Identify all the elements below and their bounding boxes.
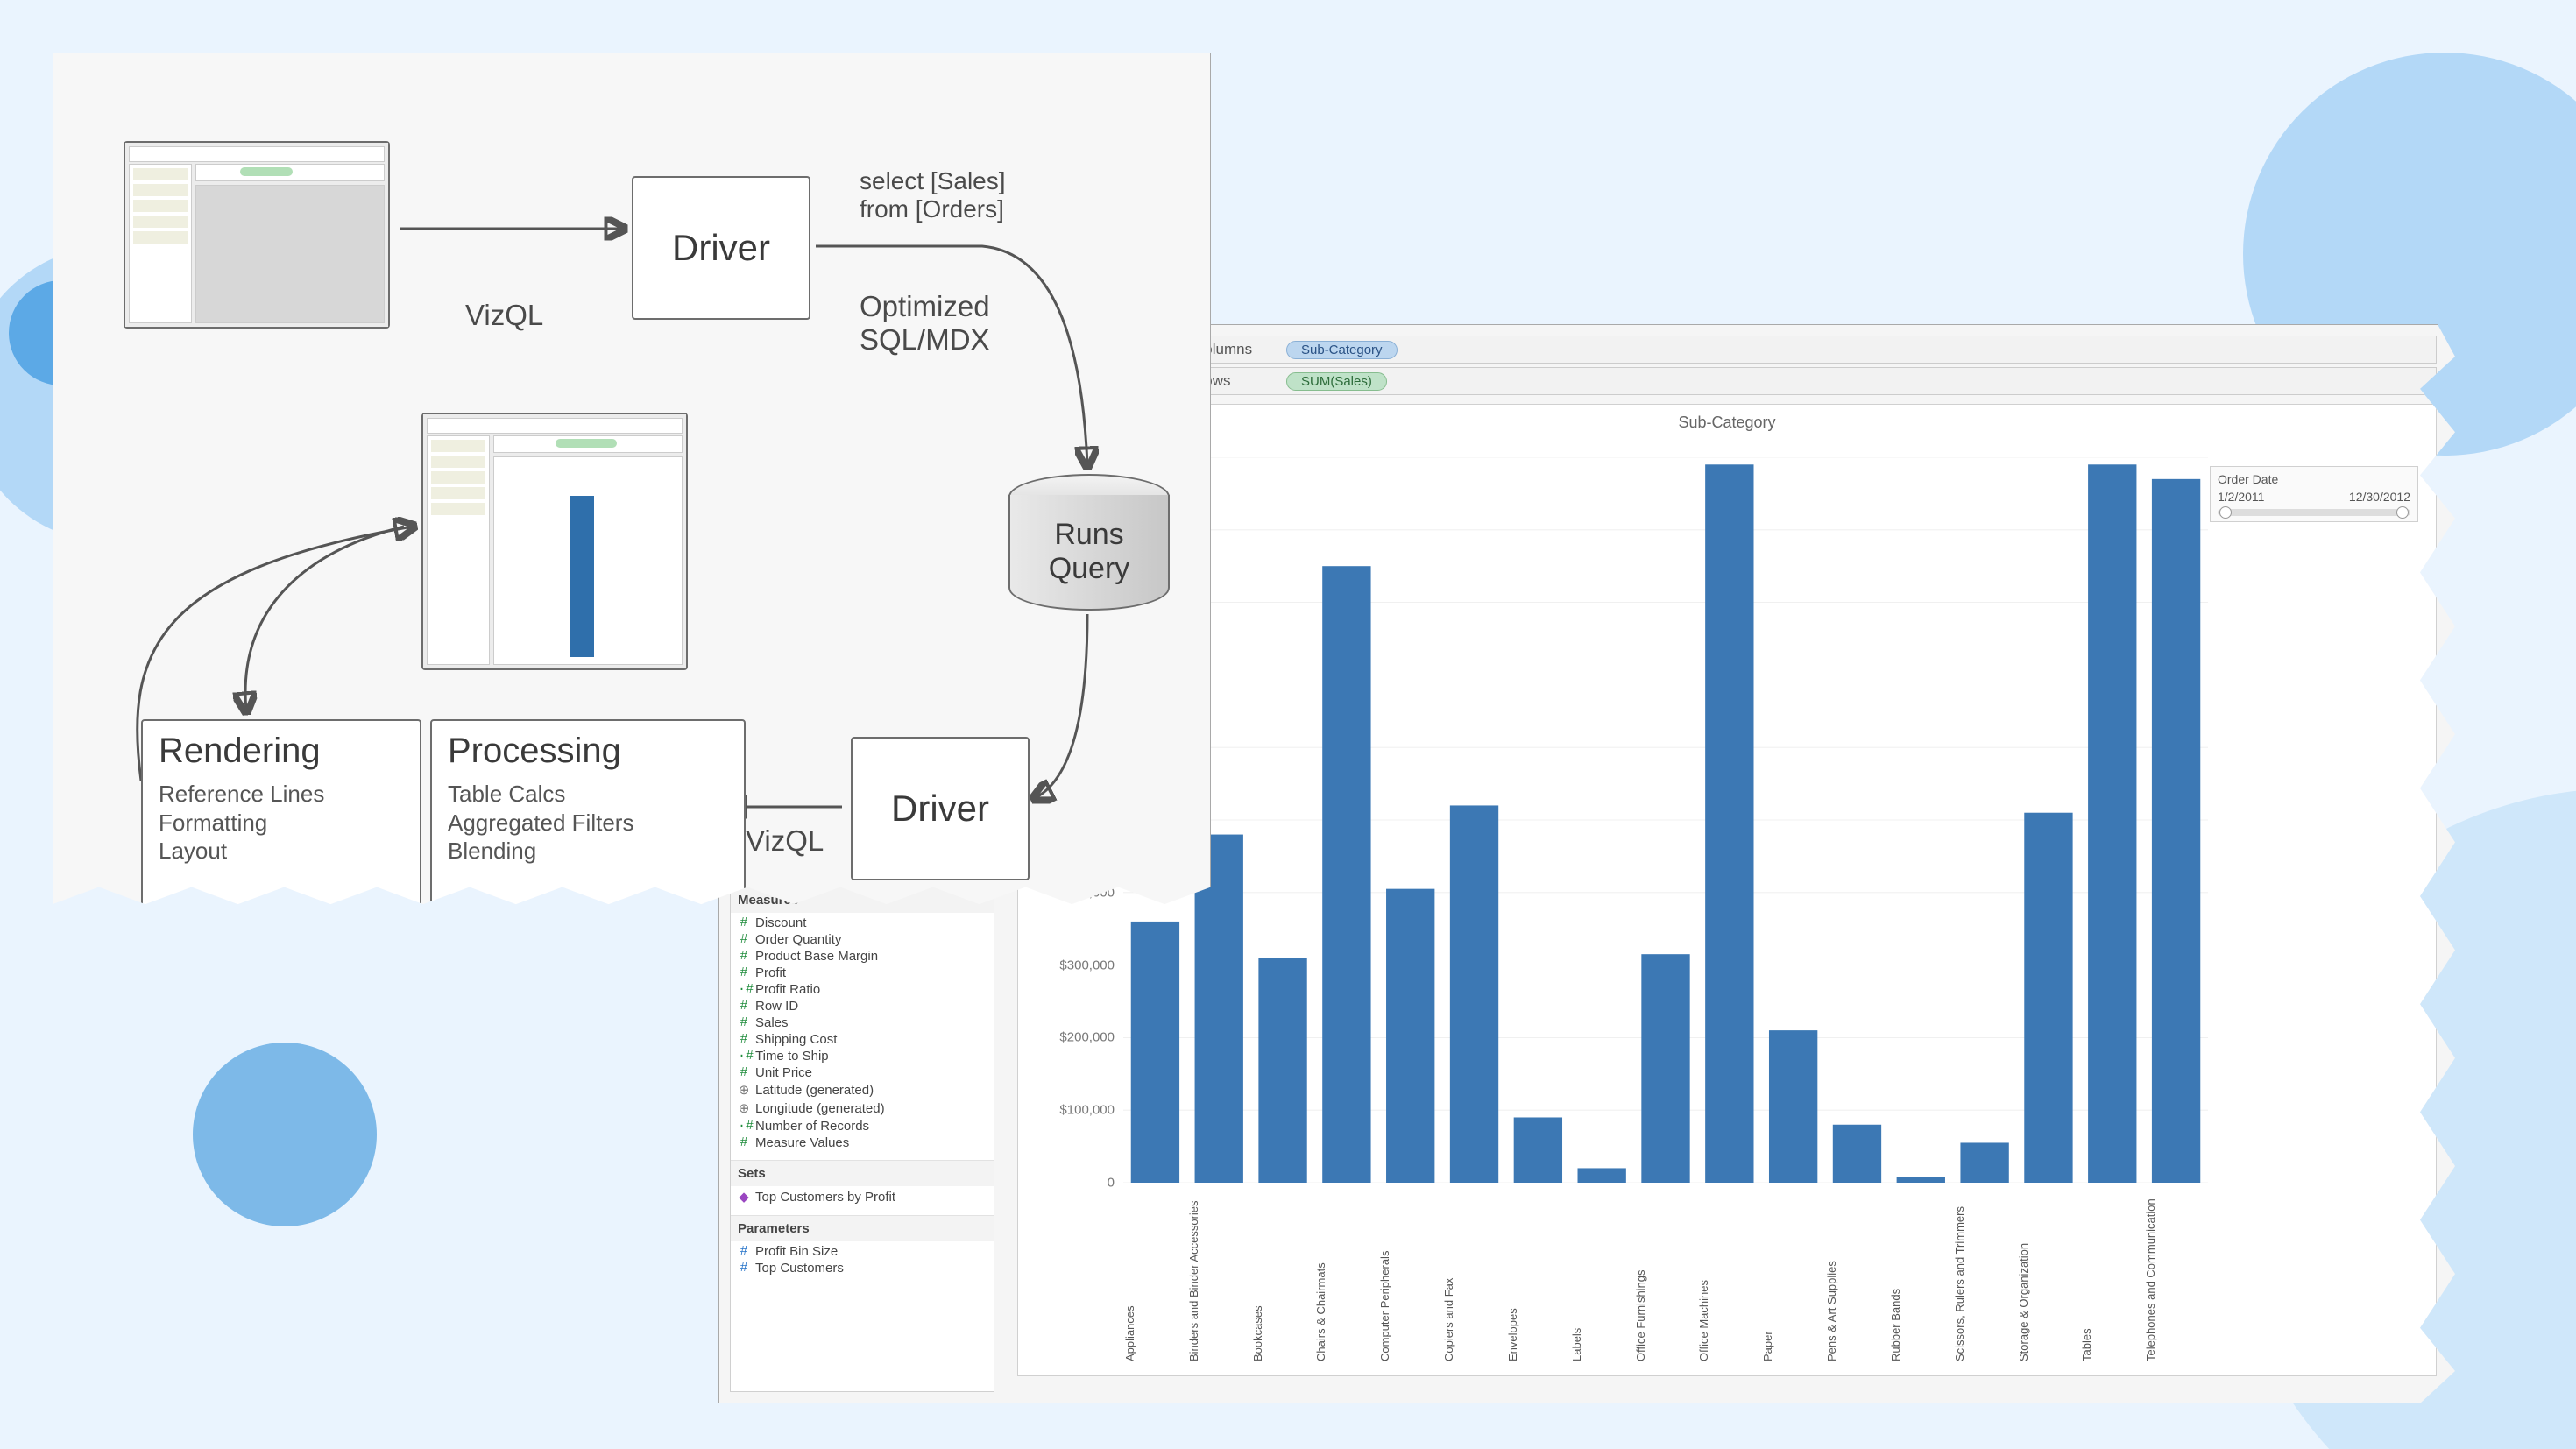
chart-area: Sub-Category Order Date 1/2/2011 12/30/2…: [1017, 404, 2437, 1376]
sets-section-header: Sets: [731, 1160, 994, 1186]
category-label: Storage & Organization: [2017, 1191, 2081, 1367]
bar-appliances[interactable]: [1131, 922, 1179, 1183]
date-slider[interactable]: [2218, 509, 2410, 516]
pill-sum-sales[interactable]: SUM(Sales): [1286, 372, 1387, 391]
category-label: Envelopes: [1506, 1191, 1570, 1367]
filter-from: 1/2/2011: [2218, 490, 2264, 504]
field-item[interactable]: #Discount: [738, 915, 987, 931]
worksheet-thumbnail-barchart: [421, 413, 688, 670]
bar-telephones-and-communication[interactable]: [2152, 479, 2200, 1183]
category-label: Paper: [1761, 1191, 1825, 1367]
bar-office-furnishings[interactable]: [1641, 954, 1689, 1183]
filter-title: Order Date: [2218, 472, 2410, 486]
field-item[interactable]: #Profit Bin Size: [738, 1243, 987, 1260]
field-item[interactable]: ⊕Longitude (generated): [738, 1099, 987, 1118]
order-date-filter[interactable]: Order Date 1/2/2011 12/30/2012: [2210, 466, 2418, 522]
bar-chairs-chairmats[interactable]: [1322, 566, 1370, 1183]
columns-shelf[interactable]: Columns Sub-Category: [1184, 336, 2437, 364]
rendering-lines: Reference Lines Formatting Layout: [159, 780, 404, 866]
field-item[interactable]: ⊕Latitude (generated): [738, 1081, 987, 1099]
rendering-box: Rendering Reference Lines Formatting Lay…: [141, 719, 421, 919]
category-label: Computer Peripherals: [1378, 1191, 1442, 1367]
bar-copiers-and-fax[interactable]: [1450, 805, 1498, 1183]
field-item[interactable]: #Row ID: [738, 998, 987, 1014]
bar-paper[interactable]: [1769, 1030, 1817, 1183]
category-label: Office Machines: [1697, 1191, 1761, 1367]
field-item[interactable]: #Product Base Margin: [738, 948, 987, 965]
bar-bookcases[interactable]: [1258, 958, 1306, 1183]
vizql-label-2: VizQL: [746, 824, 824, 858]
field-item[interactable]: #Shipping Cost: [738, 1031, 987, 1048]
decorative-circle: [193, 1043, 377, 1226]
optimized-sql-label: Optimized SQL/MDX: [860, 290, 990, 357]
field-item[interactable]: #Measure Values: [738, 1134, 987, 1151]
field-item[interactable]: #Sales: [738, 1014, 987, 1031]
rows-shelf[interactable]: Rows SUM(Sales): [1184, 367, 2437, 395]
bar-labels[interactable]: [1578, 1168, 1626, 1183]
category-label: Office Furnishings: [1634, 1191, 1698, 1367]
category-label: Scissors, Rulers and Trimmers: [1953, 1191, 2017, 1367]
driver-box-1: Driver: [632, 176, 810, 320]
field-item[interactable]: #Profit: [738, 965, 987, 981]
bar-tables[interactable]: [2088, 464, 2136, 1183]
category-label: Bookcases: [1251, 1191, 1315, 1367]
data-pane: Measures #Discount#Order Quantity#Produc…: [730, 886, 994, 1392]
category-label: Labels: [1570, 1191, 1634, 1367]
processing-box: Processing Table Calcs Aggregated Filter…: [430, 719, 746, 919]
category-label: Binders and Binder Accessories: [1187, 1191, 1251, 1367]
bar-envelopes[interactable]: [1514, 1117, 1562, 1183]
processing-lines: Table Calcs Aggregated Filters Blending: [448, 780, 728, 866]
worksheet-thumbnail-empty: [124, 141, 390, 329]
pill-subcategory[interactable]: Sub-Category: [1286, 341, 1398, 359]
bar-rubber-bands[interactable]: [1897, 1177, 1945, 1183]
processing-title: Processing: [448, 732, 728, 771]
bar-computer-peripherals[interactable]: [1386, 889, 1434, 1183]
filter-to: 12/30/2012: [2349, 490, 2410, 504]
field-item[interactable]: ·#Time to Ship: [738, 1048, 987, 1064]
category-label: Tables: [2080, 1191, 2144, 1367]
bar-storage-organization[interactable]: [2024, 813, 2072, 1183]
plot-region: [1123, 457, 2208, 1183]
parameters-section-header: Parameters: [731, 1215, 994, 1241]
bar-scissors-rulers-and-trimmers[interactable]: [1960, 1142, 2008, 1183]
field-item[interactable]: #Order Quantity: [738, 931, 987, 948]
category-label: Pens & Art Supplies: [1825, 1191, 1889, 1367]
bar-office-machines[interactable]: [1705, 464, 1753, 1183]
field-item[interactable]: #Unit Price: [738, 1064, 987, 1081]
category-label: Copiers and Fax: [1442, 1191, 1506, 1367]
driver-box-2: Driver: [851, 737, 1030, 880]
db-line2: Query: [1049, 552, 1130, 586]
rendering-title: Rendering: [159, 732, 404, 771]
x-axis-labels: AppliancesBinders and Binder Accessories…: [1123, 1191, 2208, 1367]
category-label: Rubber Bands: [1889, 1191, 1953, 1367]
category-label: Chairs & Chairmats: [1314, 1191, 1378, 1367]
category-label: Appliances: [1123, 1191, 1187, 1367]
bar-pens-art-supplies[interactable]: [1833, 1125, 1881, 1183]
category-label: Telephones and Communication: [2144, 1191, 2208, 1367]
field-item[interactable]: ·#Profit Ratio: [738, 981, 987, 998]
chart-title: Sub-Category: [1018, 413, 2436, 432]
vizql-flow-diagram: VizQL Driver select [Sales]from [Orders]…: [53, 53, 1211, 913]
db-line1: Runs: [1054, 518, 1123, 552]
sql-snippet: select [Sales]from [Orders]: [860, 167, 1006, 223]
field-item[interactable]: ◆Top Customers by Profit: [738, 1188, 987, 1206]
vizql-label-1: VizQL: [465, 299, 543, 332]
field-item[interactable]: ·#Number of Records: [738, 1118, 987, 1134]
field-item[interactable]: #Top Customers: [738, 1260, 987, 1276]
